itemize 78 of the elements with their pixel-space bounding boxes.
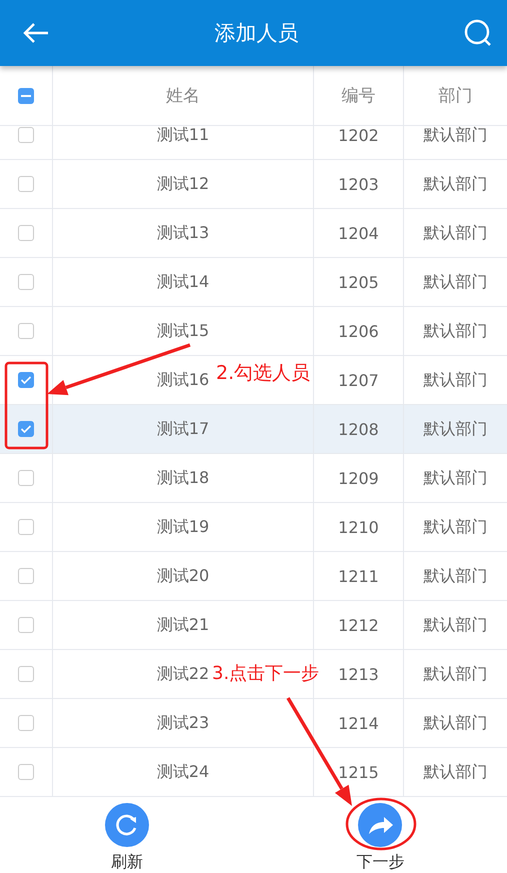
- page-title: 添加人员: [214, 20, 298, 47]
- table-cell-text: 默认部门: [422, 516, 488, 538]
- table-cell-text: 默认部门: [422, 564, 488, 586]
- table-row[interactable]: 测试19 1210 默认部门: [0, 503, 507, 552]
- table-row[interactable]: 测试12 1203 默认部门: [0, 160, 507, 209]
- table-row[interactable]: 测试13 1204 默认部门: [0, 209, 507, 258]
- next-button[interactable]: 下一步: [356, 797, 404, 873]
- table-cell: 测试15: [53, 307, 314, 355]
- table-cell-text: 默认部门: [422, 320, 488, 342]
- checkbox[interactable]: [18, 715, 34, 731]
- table-cell-text: 默认部门: [422, 466, 488, 488]
- table-cell: 测试19: [53, 503, 314, 551]
- column-header: 编号: [314, 66, 404, 125]
- table-row[interactable]: 测试18 1209 默认部门: [0, 454, 507, 503]
- table-cell: 1204: [314, 209, 404, 257]
- check-icon: [20, 424, 32, 434]
- check-icon: [20, 375, 32, 385]
- table-cell: 1207: [314, 356, 404, 404]
- table-cell: 测试14: [53, 258, 314, 306]
- table-cell: 1209: [314, 454, 404, 502]
- table-cell: 1205: [314, 258, 404, 306]
- table-row[interactable]: 测试21 1212 默认部门: [0, 601, 507, 650]
- table-cell: 测试21: [53, 601, 314, 649]
- column-header: 部门: [438, 85, 474, 108]
- table-row[interactable]: 测试23 1214 默认部门: [0, 699, 507, 748]
- highlight-ring: [346, 798, 416, 850]
- table-cell: 测试20: [53, 552, 314, 600]
- table-cell-text: 默认部门: [422, 172, 488, 194]
- table-cell-text: 默认部门: [422, 712, 488, 734]
- checkbox[interactable]: [18, 421, 34, 437]
- checkbox[interactable]: [18, 323, 34, 339]
- table-cell: 1206: [314, 307, 404, 355]
- table-cell: 测试17: [53, 405, 314, 453]
- table-cell-text: 默认部门: [422, 418, 488, 440]
- table-row[interactable]: 测试11 1202 默认部门: [0, 126, 507, 160]
- checkbox[interactable]: [18, 470, 34, 486]
- checkbox[interactable]: [18, 274, 34, 290]
- table-cell: 1208: [314, 405, 404, 453]
- table-cell: 1202: [314, 126, 404, 159]
- table-row[interactable]: 测试20 1211 默认部门: [0, 552, 507, 601]
- checkbox[interactable]: [18, 617, 34, 633]
- table-cell-text: 默认部门: [422, 662, 488, 684]
- table-row[interactable]: 测试17 1208 默认部门: [0, 405, 507, 454]
- table-cell: 1212: [314, 601, 404, 649]
- checkbox[interactable]: [18, 176, 34, 192]
- search-icon[interactable]: [463, 18, 493, 48]
- table-cell: 测试12: [53, 160, 314, 208]
- table-cell: 1214: [314, 699, 404, 747]
- table-cell-text: 默认部门: [422, 368, 488, 390]
- table-cell-text: 默认部门: [422, 270, 488, 292]
- table-cell-text: 默认部门: [422, 760, 488, 782]
- refresh-icon: [104, 803, 149, 847]
- table-cell: 1211: [314, 552, 404, 600]
- table-cell: 测试23: [53, 699, 314, 747]
- annotation-text: 2.勾选人员: [216, 362, 310, 384]
- table-cell: 测试11: [53, 126, 314, 159]
- table-cell: 1210: [314, 503, 404, 551]
- table-cell: 测试18: [53, 454, 314, 502]
- back-icon[interactable]: [22, 22, 50, 44]
- checkbox[interactable]: [18, 225, 34, 241]
- checkbox[interactable]: [18, 568, 34, 584]
- table-cell-text: 默认部门: [422, 614, 488, 636]
- checkbox[interactable]: [18, 666, 34, 682]
- checkbox[interactable]: [18, 519, 34, 535]
- table-row[interactable]: 测试15 1206 默认部门: [0, 307, 507, 356]
- table-cell-text: 默认部门: [422, 126, 488, 146]
- table-cell: 1203: [314, 160, 404, 208]
- minus-icon: [21, 94, 31, 98]
- checkbox[interactable]: [18, 127, 34, 143]
- table-row[interactable]: 测试14 1205 默认部门: [0, 258, 507, 307]
- column-header: 姓名: [53, 66, 314, 125]
- table-cell: 测试13: [53, 209, 314, 257]
- checkbox[interactable]: [18, 372, 34, 388]
- select-all-checkbox[interactable]: [18, 88, 34, 104]
- checkbox[interactable]: [18, 764, 34, 780]
- refresh-button[interactable]: 刷新: [104, 797, 149, 873]
- table-cell: 测试24: [53, 748, 314, 796]
- table-cell-text: 默认部门: [422, 222, 488, 244]
